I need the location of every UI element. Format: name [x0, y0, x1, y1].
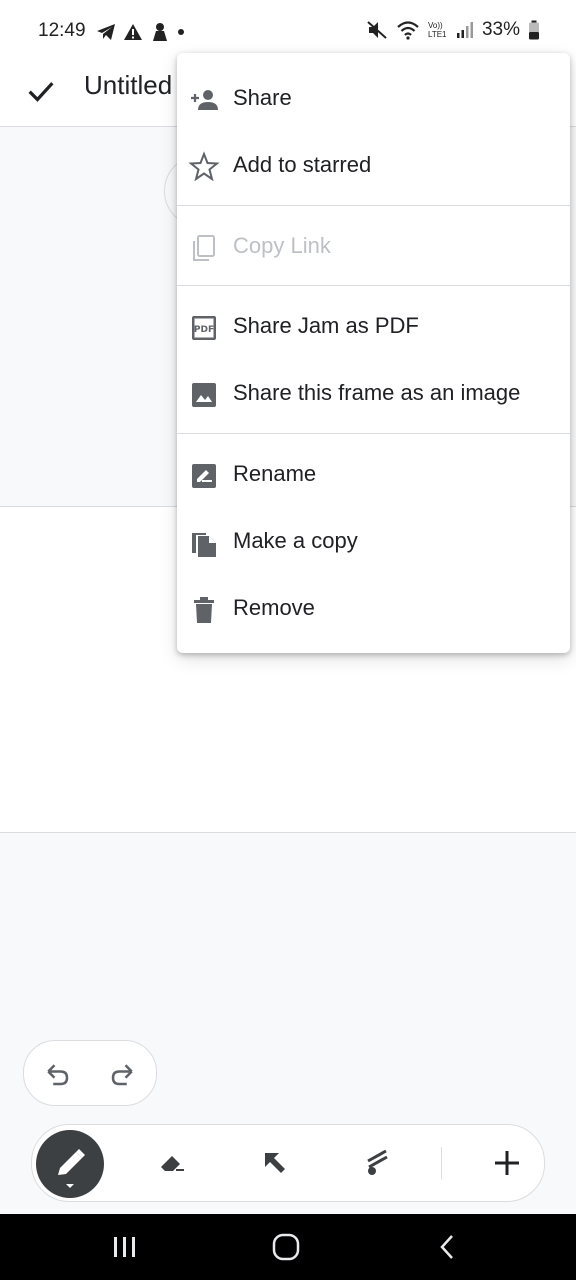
menu-item-label: Share this frame as an image	[233, 380, 521, 405]
menu-item-label: Rename	[233, 461, 317, 486]
person-add-icon	[191, 90, 218, 110]
pen-tool-button[interactable]	[36, 1130, 104, 1198]
star-outline-icon	[188, 151, 220, 182]
warning-icon	[124, 24, 142, 40]
pen-icon	[58, 1149, 85, 1188]
volte-label: Vo)) LTE1	[427, 21, 447, 39]
pdf-icon: PDF	[192, 316, 216, 340]
check-icon[interactable]	[24, 74, 58, 108]
mute-icon	[367, 21, 387, 39]
copy-icon	[193, 235, 215, 261]
undo-icon[interactable]	[42, 1059, 72, 1089]
menu-item-label: Copy Link	[233, 233, 331, 258]
back-icon[interactable]	[433, 1232, 463, 1262]
drawing-toolbar	[31, 1124, 545, 1202]
add-icon[interactable]	[489, 1145, 525, 1181]
laser-icon[interactable]	[360, 1145, 396, 1181]
document-title[interactable]: Untitled	[84, 70, 172, 101]
system-nav-bar	[0, 1214, 576, 1280]
telegram-icon	[97, 24, 115, 40]
eraser-icon[interactable]	[154, 1145, 190, 1181]
menu-item-remove[interactable]: Remove	[177, 575, 570, 641]
overflow-menu: Share Add to starred Copy Link PDF Share…	[177, 53, 570, 653]
wifi-icon	[397, 21, 419, 40]
menu-item-share-frame-image[interactable]: Share this frame as an image	[177, 360, 570, 426]
menu-item-label: Remove	[233, 595, 315, 620]
menu-item-share-pdf[interactable]: PDF Share Jam as PDF	[177, 293, 570, 359]
menu-item-label: Make a copy	[233, 528, 358, 553]
battery-percent: 33%	[481, 19, 520, 40]
undo-redo-group	[23, 1040, 157, 1106]
menu-item-label: Share Jam as PDF	[233, 313, 419, 338]
menu-item-share[interactable]: Share	[177, 65, 570, 131]
signal-icon	[456, 22, 473, 38]
incognito-icon	[153, 23, 167, 41]
menu-item-make-copy[interactable]: Make a copy	[177, 508, 570, 574]
menu-item-rename[interactable]: Rename	[177, 441, 570, 507]
redo-icon[interactable]	[108, 1059, 138, 1089]
menu-item-label: Share	[233, 85, 292, 110]
home-icon[interactable]	[271, 1232, 301, 1262]
menu-divider	[177, 205, 570, 206]
menu-item-add-to-starred[interactable]: Add to starred	[177, 132, 570, 198]
recent-apps-icon[interactable]	[110, 1232, 140, 1262]
status-time: 12:49	[38, 20, 86, 41]
toolbar-divider	[441, 1147, 442, 1179]
menu-item-copy-link: Copy Link	[177, 213, 570, 279]
menu-divider	[177, 285, 570, 286]
menu-divider	[177, 433, 570, 434]
image-icon	[192, 383, 216, 407]
select-arrow-icon[interactable]	[257, 1145, 293, 1181]
menu-item-label: Add to starred	[233, 152, 372, 177]
file-copy-icon	[192, 533, 216, 557]
trash-icon	[194, 597, 214, 623]
dot-icon	[178, 29, 184, 35]
rename-icon	[192, 464, 216, 488]
svg-text:PDF: PDF	[194, 325, 214, 335]
battery-icon	[529, 20, 539, 40]
